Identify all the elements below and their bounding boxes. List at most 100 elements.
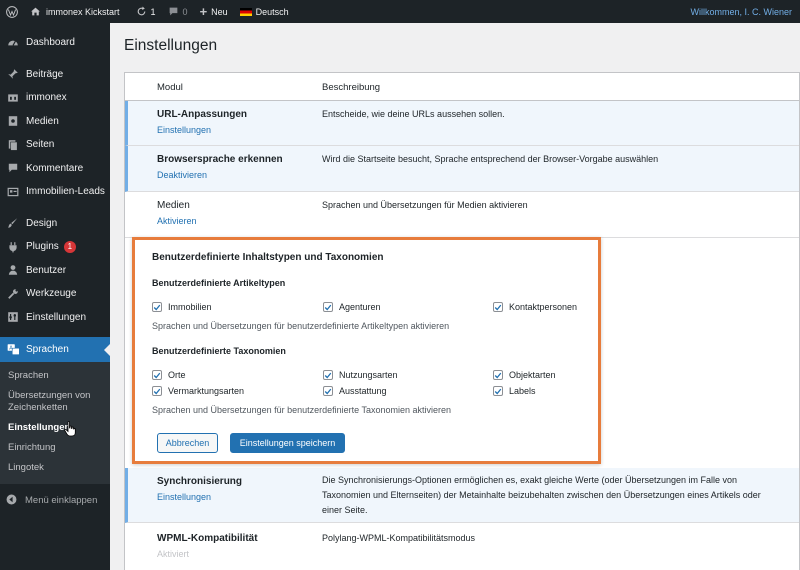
- column-header-description: Beschreibung: [322, 82, 381, 93]
- pages-icon: [6, 138, 20, 152]
- sidebar-item-tools[interactable]: Werkzeuge: [0, 282, 110, 306]
- checkbox-agenturen[interactable]: Agenturen: [323, 302, 381, 312]
- wpml-status-text: Aktiviert: [157, 549, 190, 559]
- checkbox-label: Agenturen: [339, 302, 381, 312]
- post-types-title: Benutzerdefinierte Artikeltypen: [152, 278, 286, 288]
- settings-icon: [6, 310, 20, 324]
- media-icon: [6, 114, 20, 128]
- plugins-icon: [6, 240, 20, 254]
- submenu-item-settings[interactable]: Einstellungen: [0, 418, 110, 438]
- checkbox-ausstattung[interactable]: Ausstattung: [323, 386, 387, 396]
- sidebar-item-label: Benutzer: [26, 264, 67, 276]
- home-icon: [30, 6, 41, 17]
- submenu-item-setup[interactable]: Einrichtung: [0, 438, 110, 458]
- checkbox-label: Nutzungsarten: [339, 370, 398, 380]
- sidebar-item-label: Beiträge: [26, 68, 64, 80]
- collapse-icon: [6, 494, 18, 506]
- module-description: Sprachen und Übersetzungen für Medien ak…: [322, 200, 528, 210]
- sidebar-item-label: Medien: [26, 115, 59, 127]
- hand-cursor-icon: [64, 421, 76, 439]
- url-settings-link[interactable]: Einstellungen: [157, 125, 211, 135]
- table-row-browser-language: Browsersprache erkennen Deaktivieren Wir…: [125, 146, 799, 192]
- sidebar-item-label: Dashboard: [26, 37, 75, 49]
- save-settings-button[interactable]: Einstellungen speichern: [230, 433, 345, 453]
- sidebar-item-label: Einstellungen: [26, 311, 87, 323]
- sidebar-item-leads[interactable]: Immobilien-Leads: [0, 180, 110, 204]
- checkbox-labels[interactable]: Labels: [493, 386, 536, 396]
- column-header-module: Modul: [157, 82, 183, 93]
- admin-sidebar: Dashboard Beiträge immonex Medien Seiten…: [0, 23, 110, 570]
- sidebar-item-label: Werkzeuge: [26, 288, 77, 300]
- sidebar-item-label: Design: [26, 217, 58, 229]
- account-greeting[interactable]: Willkommen, I. C. Wiener: [684, 0, 800, 23]
- table-row-sync: Synchronisierung Einstellungen Die Synch…: [125, 468, 799, 523]
- sidebar-item-label: Kommentare: [26, 162, 84, 174]
- updates-icon: [136, 6, 147, 17]
- sidebar-item-settings[interactable]: Einstellungen: [0, 306, 110, 330]
- comments-link[interactable]: 0: [162, 0, 194, 23]
- sidebar-item-posts[interactable]: Beiträge: [0, 63, 110, 87]
- checkbox-label: Labels: [509, 386, 536, 396]
- sidebar-item-plugins[interactable]: Plugins 1: [0, 235, 110, 259]
- sidebar-item-languages[interactable]: A Sprachen: [0, 337, 110, 362]
- greeting-text: Willkommen, I. C. Wiener: [690, 6, 792, 17]
- checkbox-nutzungsarten[interactable]: Nutzungsarten: [323, 370, 398, 380]
- submenu-item-lingotek[interactable]: Lingotek: [0, 458, 110, 478]
- comments-icon: [6, 161, 20, 175]
- new-label: Neu: [211, 6, 228, 17]
- pin-icon: [6, 67, 20, 81]
- new-content-link[interactable]: + Neu: [194, 0, 234, 23]
- checkbox-objektarten[interactable]: Objektarten: [493, 370, 556, 380]
- checkbox-checked-icon: [323, 370, 333, 380]
- sidebar-item-design[interactable]: Design: [0, 212, 110, 236]
- submenu-item-string-translations[interactable]: Übersetzungen von Zeichenketten: [0, 386, 110, 418]
- collapse-label: Menü einklappen: [25, 494, 98, 506]
- taxonomies-note: Sprachen und Übersetzungen für benutzerd…: [152, 405, 452, 415]
- checkbox-kontaktpersonen[interactable]: Kontaktpersonen: [493, 302, 577, 312]
- module-name: Medien: [157, 200, 190, 211]
- module-name: Browsersprache erkennen: [157, 154, 283, 165]
- brush-icon: [6, 216, 20, 230]
- wordpress-logo-icon[interactable]: [0, 0, 24, 23]
- sidebar-item-dashboard[interactable]: Dashboard: [0, 31, 110, 55]
- site-name-link[interactable]: immonex Kickstart: [24, 0, 126, 23]
- submenu-item-languages[interactable]: Sprachen: [0, 366, 110, 386]
- sidebar-item-label: Seiten: [26, 139, 55, 151]
- module-name: Synchronisierung: [157, 476, 243, 487]
- cancel-button[interactable]: Abbrechen: [157, 433, 218, 453]
- site-name: immonex Kickstart: [46, 6, 120, 17]
- checkbox-checked-icon: [323, 386, 333, 396]
- languages-submenu: Sprachen Übersetzungen von Zeichenketten…: [0, 362, 110, 484]
- checkbox-orte[interactable]: Orte: [152, 370, 186, 380]
- sidebar-item-comments[interactable]: Kommentare: [0, 157, 110, 181]
- checkbox-immobilien[interactable]: Immobilien: [152, 302, 212, 312]
- checkbox-label: Immobilien: [168, 302, 212, 312]
- sidebar-item-users[interactable]: Benutzer: [0, 259, 110, 283]
- sidebar-item-media[interactable]: Medien: [0, 110, 110, 134]
- sidebar-item-label: Immobilien-Leads: [26, 186, 105, 198]
- comment-icon: [168, 6, 179, 17]
- collapse-menu-button[interactable]: Menü einklappen: [0, 484, 110, 516]
- sidebar-item-label: Sprachen: [26, 344, 69, 355]
- page-title: Einstellungen: [124, 37, 218, 54]
- checkbox-vermarktungsarten[interactable]: Vermarktungsarten: [152, 386, 244, 396]
- comments-count: 0: [182, 6, 188, 17]
- plugins-update-badge: 1: [63, 240, 76, 253]
- language-switcher[interactable]: Deutsch: [234, 0, 295, 23]
- browser-deactivate-link[interactable]: Deaktivieren: [157, 170, 207, 180]
- sidebar-item-pages[interactable]: Seiten: [0, 133, 110, 157]
- checkbox-checked-icon: [152, 302, 162, 312]
- checkbox-label: Kontaktpersonen: [509, 302, 578, 312]
- media-activate-link[interactable]: Aktivieren: [157, 216, 197, 226]
- sidebar-item-immonex[interactable]: immonex: [0, 86, 110, 110]
- languages-icon: A: [6, 343, 20, 357]
- table-row-wpml: WPML-Kompatibilität Aktiviert Polylang-W…: [125, 523, 799, 570]
- sidebar-item-label: Plugins: [26, 241, 59, 253]
- module-description: Polylang-WPML-Kompatibilitätsmodus: [322, 533, 476, 543]
- module-name: URL-Anpassungen: [157, 109, 247, 120]
- plus-icon: +: [199, 4, 208, 19]
- tools-icon: [6, 287, 20, 301]
- checkbox-label: Orte: [168, 370, 186, 380]
- sync-settings-link[interactable]: Einstellungen: [157, 492, 211, 502]
- updates-link[interactable]: 1: [130, 0, 162, 23]
